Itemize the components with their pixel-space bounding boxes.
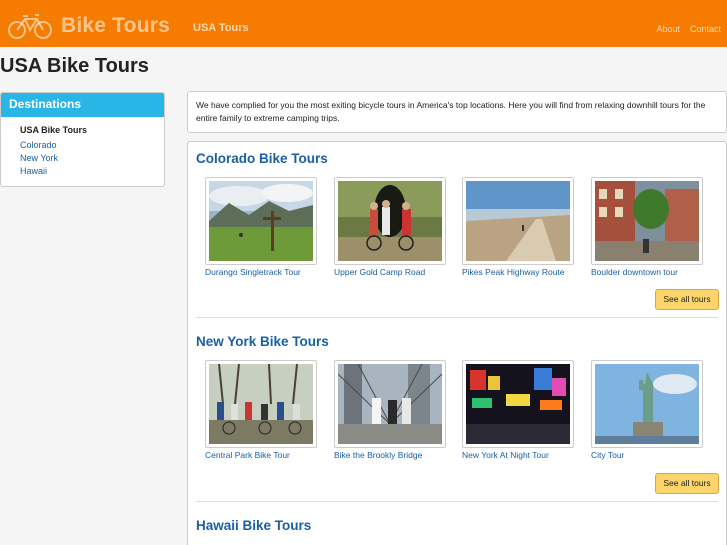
tour-thumb-durango[interactable] <box>205 177 317 265</box>
section-divider-1 <box>196 317 718 318</box>
section-title-new-york: New York Bike Tours <box>196 334 329 349</box>
tour-link-boulder[interactable]: Boulder downtown tour <box>591 267 678 277</box>
tour-thumb-pikes-peak[interactable] <box>462 177 574 265</box>
brand[interactable]: Bike Tours <box>7 11 170 41</box>
navbar: Bike Tours USA Tours About Contact <box>0 6 727 47</box>
intro-box: We have complied for you the most exitin… <box>187 91 727 133</box>
sidebar-item-new-york: New York <box>20 152 164 165</box>
tour-link-pikes-peak[interactable]: Pikes Peak Highway Route <box>462 267 565 277</box>
tour-thumb-city-tour[interactable] <box>591 360 703 448</box>
bicycle-icon <box>8 14 52 39</box>
tour-photo-new-york-night <box>466 364 570 444</box>
tour-thumb-new-york-night[interactable] <box>462 360 574 448</box>
tour-thumb-upper-gold-camp[interactable] <box>334 177 446 265</box>
tour-thumb-boulder[interactable] <box>591 177 703 265</box>
sidebar-list: USA Bike Tours Colorado New York Hawaii <box>1 117 164 178</box>
sidebar-link-new-york[interactable]: New York <box>20 153 58 163</box>
sidebar-item-usa-bike-tours: USA Bike Tours <box>20 125 88 135</box>
tour-photo-city-tour <box>595 364 699 444</box>
sidebar-item-hawaii: Hawaii <box>20 165 164 178</box>
sidebar: Destinations USA Bike Tours Colorado New… <box>0 92 165 187</box>
see-all-new-york-button[interactable]: See all tours <box>655 473 719 494</box>
tour-link-new-york-night[interactable]: New York At Night Tour <box>462 450 549 460</box>
sidebar-link-colorado[interactable]: Colorado <box>20 140 57 150</box>
sidebar-item-colorado: Colorado <box>20 139 164 152</box>
nav-right: About Contact <box>656 24 721 34</box>
sidebar-link-hawaii[interactable]: Hawaii <box>20 166 47 176</box>
intro-text: We have complied for you the most exitin… <box>196 100 706 123</box>
tour-link-brooklyn-bridge[interactable]: Bike the Brookly Bridge <box>334 450 422 460</box>
section-divider-2 <box>196 501 718 502</box>
tour-link-central-park[interactable]: Central Park Bike Tour <box>205 450 290 460</box>
tour-photo-brooklyn-bridge <box>338 364 442 444</box>
tour-photo-pikes-peak <box>466 181 570 261</box>
tour-photo-durango <box>209 181 313 261</box>
tour-photo-central-park <box>209 364 313 444</box>
sidebar-heading: Destinations <box>1 93 164 117</box>
page-title: USA Bike Tours <box>0 55 149 77</box>
tour-link-city-tour[interactable]: City Tour <box>591 450 624 460</box>
tour-thumb-central-park[interactable] <box>205 360 317 448</box>
section-title-hawaii: Hawaii Bike Tours <box>196 518 312 533</box>
section-title-colorado: Colorado Bike Tours <box>196 151 328 166</box>
brand-name: Bike Tours <box>61 14 170 37</box>
tour-photo-boulder <box>595 181 699 261</box>
tour-thumb-brooklyn-bridge[interactable] <box>334 360 446 448</box>
tour-link-upper-gold-camp[interactable]: Upper Gold Camp Road <box>334 267 425 277</box>
nav-about[interactable]: About <box>656 24 680 34</box>
tour-photo-upper-gold-camp <box>338 181 442 261</box>
nav-contact[interactable]: Contact <box>690 24 721 34</box>
see-all-colorado-button[interactable]: See all tours <box>655 289 719 310</box>
tour-link-durango[interactable]: Durango Singletrack Tour <box>205 267 301 277</box>
nav-usa-tours[interactable]: USA Tours <box>193 22 249 34</box>
tours-panel: Colorado Bike Tours Durango Singletrack … <box>187 141 727 545</box>
